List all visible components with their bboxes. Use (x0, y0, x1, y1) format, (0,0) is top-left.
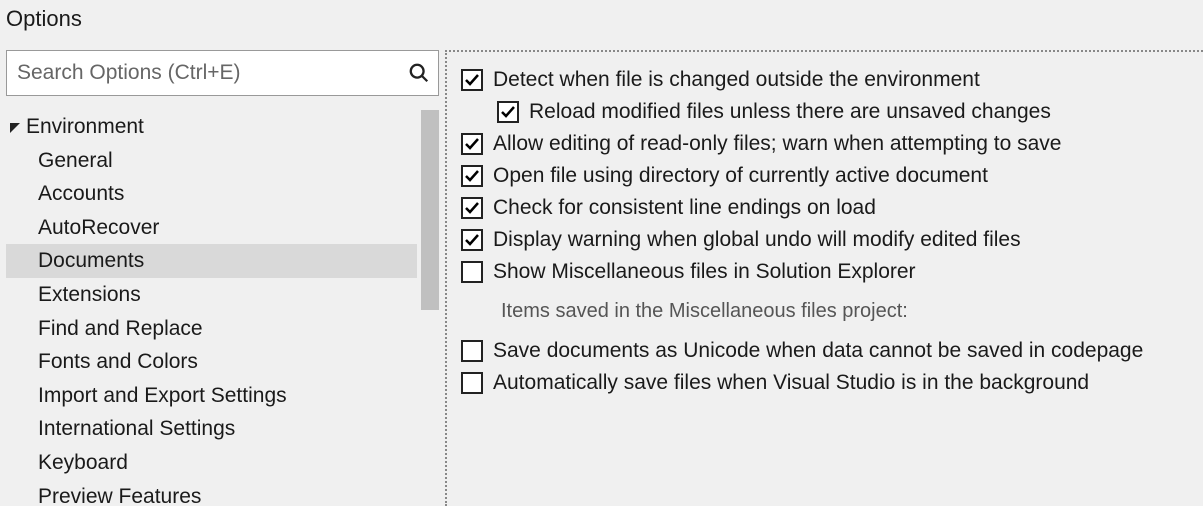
option-label: Show Miscellaneous files in Solution Exp… (493, 260, 916, 284)
option-label: Save documents as Unicode when data cann… (493, 339, 1143, 363)
option-label: Display warning when global undo will mo… (493, 228, 1021, 252)
checkbox-reload-modified[interactable] (497, 101, 519, 123)
options-dialog: Options Environment (0, 0, 1203, 506)
option-label: Allow editing of read-only files; warn w… (493, 132, 1061, 156)
tree-item-international-settings[interactable]: International Settings (6, 412, 417, 446)
tree-item-autorecover[interactable]: AutoRecover (6, 211, 417, 245)
search-icon[interactable] (408, 62, 430, 84)
option-global-undo-warn[interactable]: Display warning when global undo will mo… (461, 224, 1193, 256)
misc-items-sublabel: Items saved in the Miscellaneous files p… (461, 288, 1193, 335)
search-input[interactable] (15, 60, 408, 86)
option-label: Automatically save files when Visual Stu… (493, 371, 1089, 395)
tree-item-label: Fonts and Colors (36, 345, 198, 379)
option-check-line-endings[interactable]: Check for consistent line endings on loa… (461, 192, 1193, 224)
tree-item-import-and-export-settings[interactable]: Import and Export Settings (6, 379, 417, 413)
checkbox-allow-readonly[interactable] (461, 133, 483, 155)
dialog-title: Options (0, 0, 1203, 50)
tree-item-label: Import and Export Settings (36, 379, 287, 413)
option-allow-readonly[interactable]: Allow editing of read-only files; warn w… (461, 128, 1193, 160)
tree-item-accounts[interactable]: Accounts (6, 177, 417, 211)
tree-item-fonts-and-colors[interactable]: Fonts and Colors (6, 345, 417, 379)
checkbox-autosave-bg[interactable] (461, 372, 483, 394)
tree-item-label: General (36, 144, 113, 178)
tree-item-label: Find and Replace (36, 312, 203, 346)
checkbox-open-using-dir[interactable] (461, 165, 483, 187)
option-label: Reload modified files unless there are u… (529, 100, 1051, 124)
tree-scrollbar[interactable] (417, 110, 439, 506)
option-open-using-dir[interactable]: Open file using directory of currently a… (461, 160, 1193, 192)
option-reload-modified[interactable]: Reload modified files unless there are u… (461, 96, 1193, 128)
tree-item-find-and-replace[interactable]: Find and Replace (6, 312, 417, 346)
option-label: Check for consistent line endings on loa… (493, 196, 876, 220)
tree-item-extensions[interactable]: Extensions (6, 278, 417, 312)
tree-item-documents[interactable]: Documents (6, 244, 417, 278)
checkbox-global-undo-warn[interactable] (461, 229, 483, 251)
tree-item-general[interactable]: General (6, 144, 417, 178)
options-panel: Detect when file is changed outside the … (445, 50, 1203, 506)
tree-item-label: International Settings (36, 412, 235, 446)
tree-item-label: AutoRecover (36, 211, 159, 245)
option-autosave-bg[interactable]: Automatically save files when Visual Stu… (461, 367, 1193, 399)
checkbox-check-line-endings[interactable] (461, 197, 483, 219)
tree-container: Environment GeneralAccountsAutoRecoverDo… (6, 110, 439, 506)
tree-item-keyboard[interactable]: Keyboard (6, 446, 417, 480)
option-label: Open file using directory of currently a… (493, 164, 988, 188)
tree-item-label: Extensions (36, 278, 141, 312)
tree-item-preview-features[interactable]: Preview Features (6, 480, 417, 506)
checkbox-save-unicode[interactable] (461, 340, 483, 362)
left-pane: Environment GeneralAccountsAutoRecoverDo… (0, 50, 445, 506)
option-detect-change[interactable]: Detect when file is changed outside the … (461, 64, 1193, 96)
tree-item-label: Documents (36, 244, 144, 278)
nav-tree[interactable]: Environment GeneralAccountsAutoRecoverDo… (6, 110, 417, 506)
tree-item-label: Preview Features (36, 480, 201, 506)
scrollbar-thumb[interactable] (421, 110, 439, 310)
tree-category-label: Environment (24, 110, 144, 144)
checkbox-show-misc[interactable] (461, 261, 483, 283)
tree-item-label: Keyboard (36, 446, 128, 480)
option-label: Detect when file is changed outside the … (493, 68, 980, 92)
dialog-body: Environment GeneralAccountsAutoRecoverDo… (0, 50, 1203, 506)
collapse-arrow-icon[interactable] (10, 110, 24, 144)
option-save-unicode[interactable]: Save documents as Unicode when data cann… (461, 335, 1193, 367)
tree-category-environment[interactable]: Environment (6, 110, 417, 144)
tree-item-label: Accounts (36, 177, 124, 211)
option-show-misc[interactable]: Show Miscellaneous files in Solution Exp… (461, 256, 1193, 288)
search-container[interactable] (6, 50, 439, 96)
checkbox-detect-change[interactable] (461, 69, 483, 91)
